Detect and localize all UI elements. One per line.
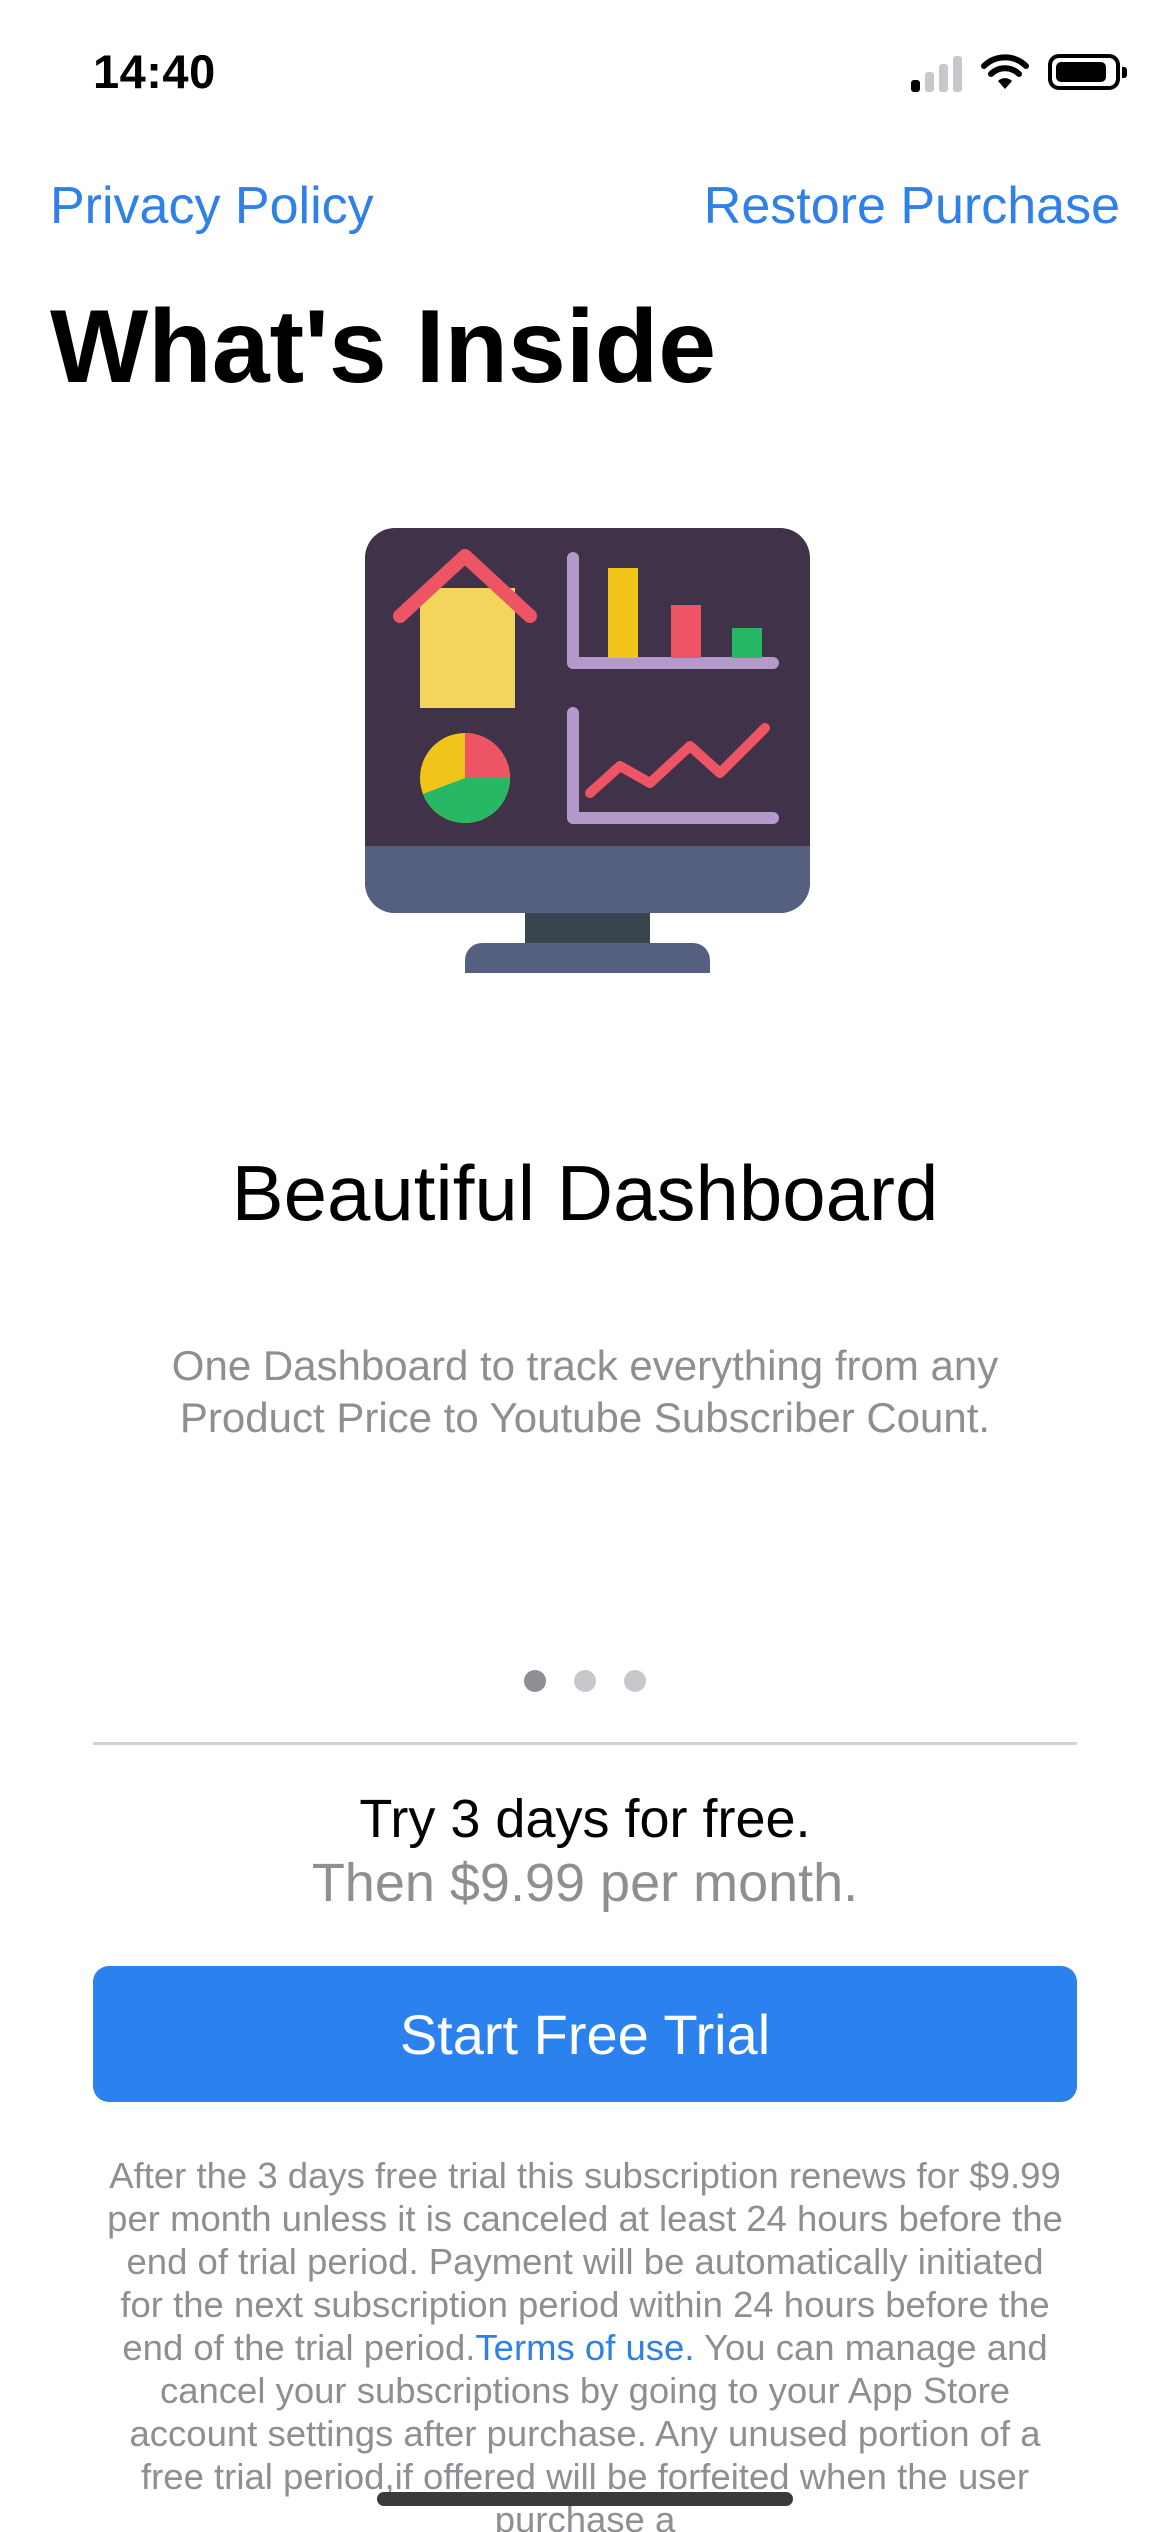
legal-disclaimer: After the 3 days free trial this subscri… [105, 2154, 1065, 2532]
privacy-policy-link[interactable]: Privacy Policy [50, 176, 374, 236]
paywall-screen: 14:40 Privacy Policy Restore Purchase Wh… [0, 0, 1170, 2532]
trial-price-text: Then $9.99 per month. [311, 1853, 859, 1913]
home-indicator[interactable] [377, 2492, 793, 2506]
feature-title: Beautiful Dashboard [231, 1149, 939, 1237]
status-icons [911, 52, 1127, 92]
page-dot[interactable] [524, 1670, 546, 1692]
terms-of-use-link[interactable]: Terms of use. [475, 2327, 694, 2368]
dashboard-monitor-icon [365, 528, 810, 973]
page-indicator[interactable] [0, 1670, 1170, 1692]
wifi-icon [981, 54, 1029, 89]
page-dot[interactable] [624, 1670, 646, 1692]
battery-icon [1048, 54, 1127, 90]
feature-description: One Dashboard to track everything from a… [171, 1342, 999, 1441]
page-title: What's Inside [50, 289, 717, 405]
page-dot[interactable] [574, 1670, 596, 1692]
start-free-trial-button[interactable]: Start Free Trial [93, 1966, 1077, 2102]
trial-offer-text: Try 3 days for free. [359, 1789, 811, 1849]
divider [93, 1742, 1077, 1745]
restore-purchase-link[interactable]: Restore Purchase [704, 176, 1120, 236]
status-time: 14:40 [93, 45, 216, 98]
status-bar: 14:40 [0, 0, 1170, 150]
cellular-signal-icon [911, 52, 962, 92]
